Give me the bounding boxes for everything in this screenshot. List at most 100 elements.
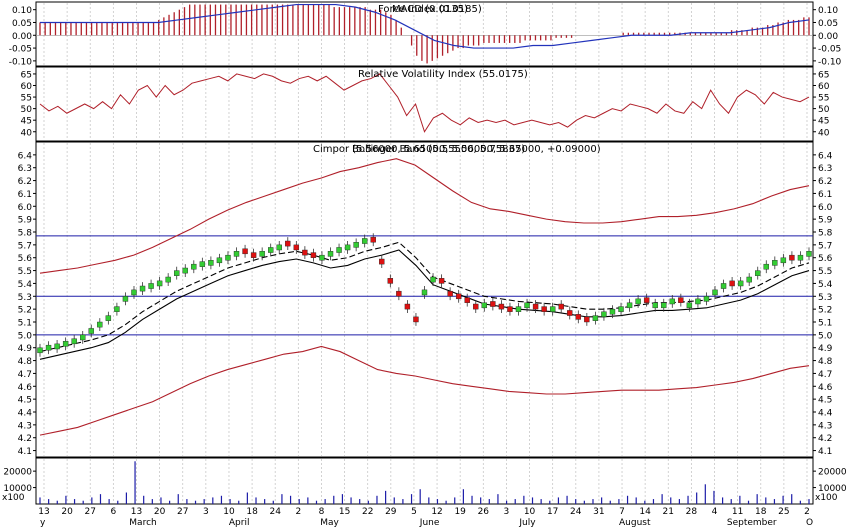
y-tick-label-left: 5.3: [18, 293, 32, 303]
candle-body: [250, 252, 257, 258]
rvi-title: Relative Volatility Index (55.0175): [358, 69, 528, 80]
candle-body: [174, 270, 180, 276]
x-month-label: June: [419, 518, 440, 527]
y-tick-label-left: 45: [21, 117, 32, 127]
candle-body: [293, 244, 300, 251]
candle-body: [71, 338, 77, 345]
candle-body: [208, 260, 214, 266]
y-tick-label-left: 6.3: [18, 164, 32, 174]
y-tick-label-left: 4.7: [18, 370, 32, 380]
x-axis: 13 20 27 6 13 20 27 3 10 18 24 2 8 15 22 29 5 12 19 26 3 10 17…: [38, 507, 813, 527]
candle-body: [370, 236, 376, 243]
candle-body: [661, 302, 667, 309]
candle-body: [584, 316, 590, 323]
volume-unit-label-right: x100: [815, 493, 838, 503]
y-tick-label-right: 6.3: [818, 164, 832, 174]
candle-body: [635, 298, 641, 305]
candle-body: [618, 306, 624, 312]
x-month-label: May: [320, 518, 339, 527]
y-tick-label-right: 5.7: [818, 241, 832, 251]
x-tick-label: 6: [110, 507, 116, 517]
y-tick-label-left: 4.1: [18, 447, 32, 457]
candle-body: [686, 302, 693, 309]
y-tick-label-left: 5.2: [18, 306, 32, 316]
y-tick-label-right: 4.4: [818, 409, 833, 419]
volume-unit-label-left: x100: [2, 493, 25, 503]
x-tick-label: 27: [85, 507, 96, 517]
candle-body: [438, 278, 445, 284]
candle-body: [652, 302, 658, 309]
candle-body: [780, 257, 787, 264]
candle-body: [490, 301, 496, 307]
candle-body: [353, 242, 359, 248]
x-tick-label: 26: [478, 507, 490, 517]
candle-body: [319, 254, 325, 261]
y-tick-label-left: 0.00: [12, 32, 32, 42]
x-tick-label: 20: [61, 507, 73, 517]
candle-body: [507, 306, 513, 312]
y-tick-label-right: 4.2: [818, 434, 832, 444]
x-tick-label: 24: [269, 507, 281, 517]
y-tick-label-left: 5.8: [18, 229, 33, 239]
candle-body: [601, 311, 607, 318]
y-tick-label-right: -0.10: [818, 57, 842, 67]
stock-chart: 0.10 0.10 0.05 0.05 0.00 0.00 -0.05 -0.05 -0.10 -…: [2, 1, 847, 527]
y-tick-label-left: 40: [21, 128, 33, 138]
y-tick-label-right: 4.9: [818, 344, 833, 354]
candle-body: [643, 297, 650, 303]
x-tick-label: 24: [570, 507, 582, 517]
candle-body: [148, 283, 154, 289]
candle-body: [729, 280, 735, 287]
macd-title: MACD (0.0135): [392, 4, 468, 15]
y-tick-label-right: 5.9: [818, 216, 833, 226]
candle-body: [678, 297, 684, 303]
candle-body: [216, 257, 223, 264]
candle-body: [806, 251, 812, 257]
candle-body: [387, 278, 394, 284]
y-tick-label-right: 4.6: [818, 383, 833, 393]
candle-body: [302, 249, 308, 256]
candle-body: [242, 248, 248, 255]
y-tick-label-right: 6.4: [818, 151, 833, 161]
x-tick-label: 2: [804, 507, 810, 517]
y-tick-label-right: 5.8: [818, 229, 833, 239]
x-tick-label: 22: [362, 507, 373, 517]
candle-body: [430, 276, 436, 283]
y-tick-label-left: 4.8: [18, 357, 33, 367]
candle-body: [336, 247, 342, 253]
y-tick-label-right: 55: [818, 94, 829, 104]
y-tick-label-right: 5.6: [818, 254, 833, 264]
candle-body: [421, 289, 428, 296]
x-tick-label: 15: [339, 507, 350, 517]
x-tick-label: 21: [663, 507, 674, 517]
x-tick-label: 4: [712, 507, 718, 517]
bollinger-title: Bollinger Band (5.55500, 5.75837): [352, 144, 525, 155]
candle-body: [789, 254, 795, 261]
candle-body: [165, 276, 171, 283]
candle-body: [737, 280, 744, 287]
x-tick-label: 14: [639, 507, 651, 517]
y-tick-label-right: 4.8: [818, 357, 833, 367]
y-tick-label-right: 4.3: [818, 421, 832, 431]
candle-body: [327, 251, 334, 257]
y-tick-label-left: 50: [21, 105, 33, 115]
candle-body: [80, 334, 86, 341]
y-tick-label-left: 4.6: [18, 383, 33, 393]
x-tick-label: 3: [203, 507, 209, 517]
candle-body: [703, 296, 710, 302]
candle-body: [62, 341, 69, 347]
candle-body: [225, 254, 231, 261]
y-tick-label-left: 5.7: [18, 241, 32, 251]
x-tick-label: 7: [619, 507, 625, 517]
x-tick-label: 29: [385, 507, 397, 517]
candle-body: [755, 270, 761, 276]
x-tick-label: 2: [295, 507, 301, 517]
candle-body: [233, 251, 240, 257]
y-tick-label-left: 65: [21, 70, 32, 80]
candle-body: [763, 263, 769, 270]
candle-body: [712, 289, 718, 296]
y-tick-label-left: 0.05: [12, 19, 32, 29]
y-tick-label-right: 5.3: [818, 293, 832, 303]
x-tick-label: 27: [177, 507, 188, 517]
candle-body: [695, 298, 701, 305]
